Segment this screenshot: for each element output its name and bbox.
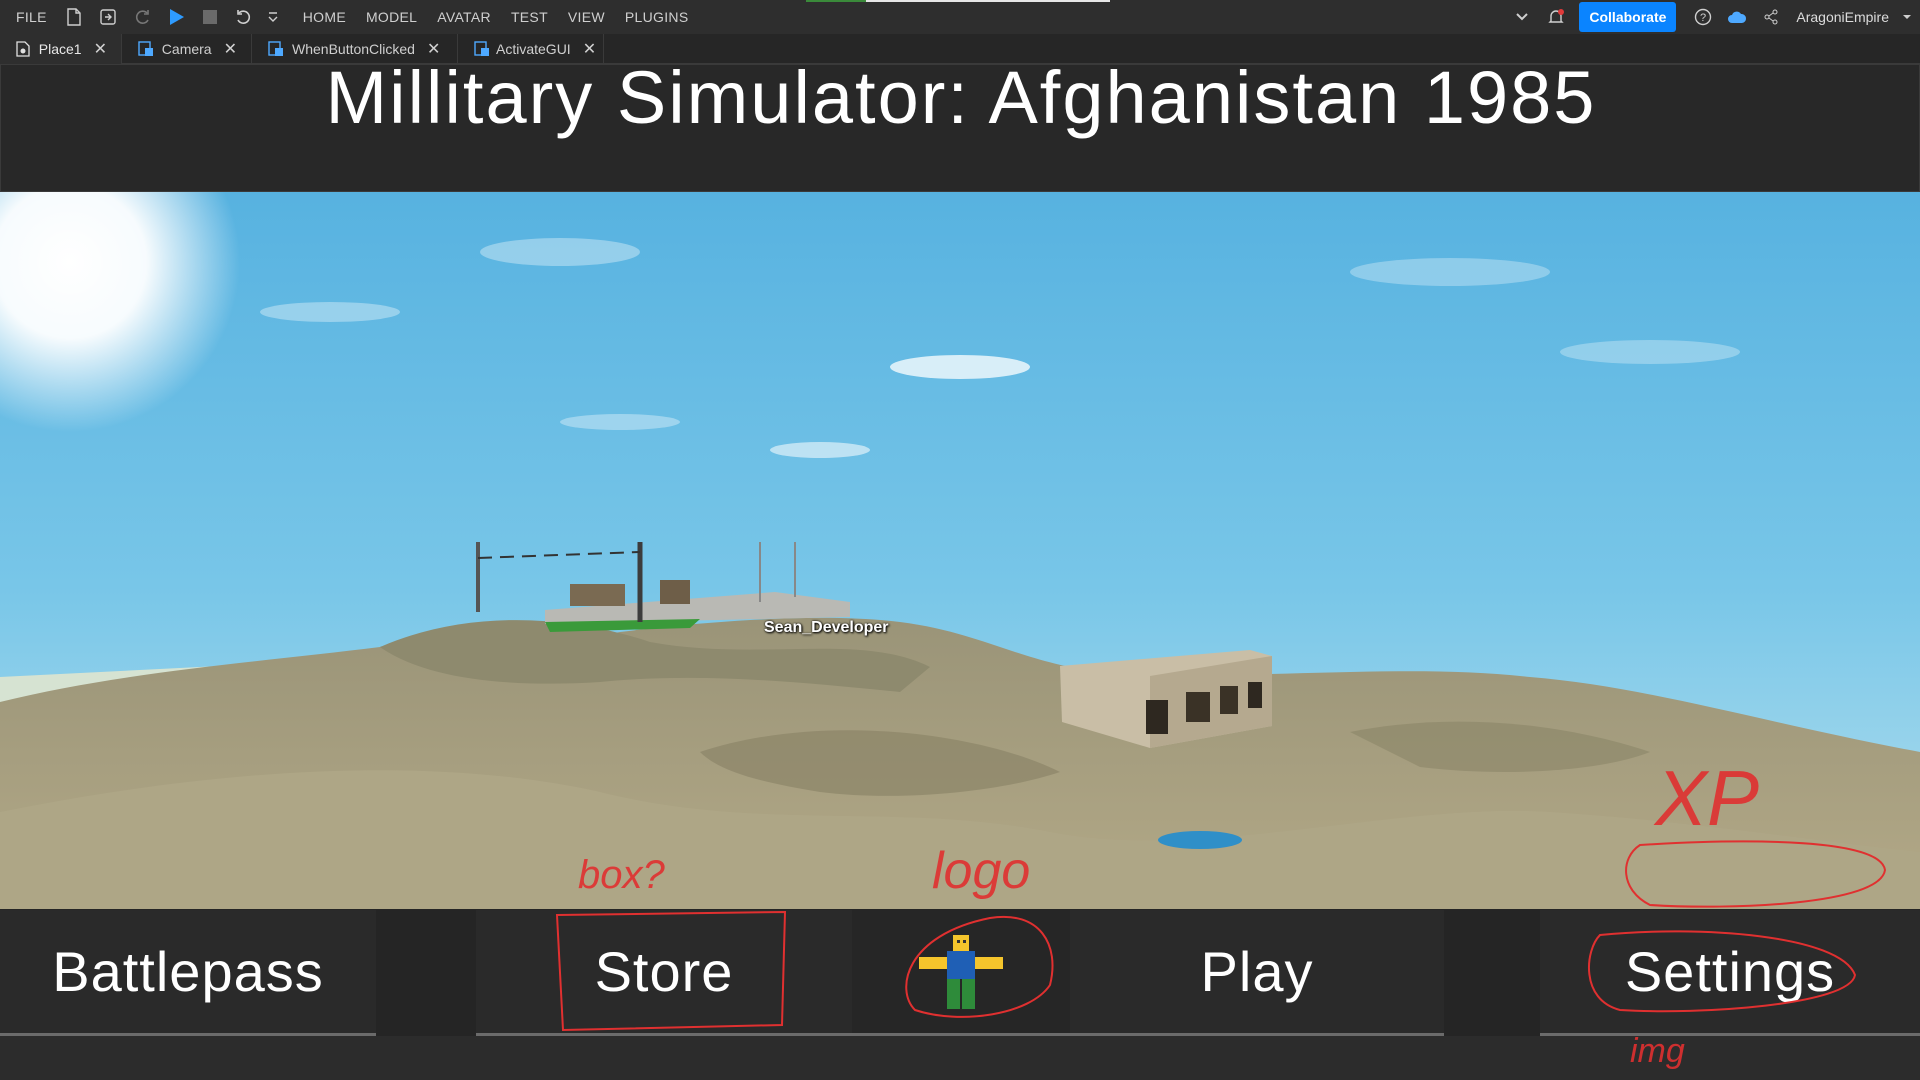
publish-icon[interactable]	[96, 5, 120, 29]
cloud-icon[interactable]	[1725, 5, 1749, 29]
place-file-icon	[16, 40, 33, 58]
roblox-character-icon	[919, 934, 1003, 1009]
tab-avatar[interactable]: AVATAR	[427, 9, 501, 25]
store-button[interactable]: Store	[476, 910, 852, 1036]
scene-graphic	[0, 192, 1920, 909]
chevron-down-icon[interactable]	[1510, 5, 1534, 29]
tab-label: Camera	[161, 41, 212, 57]
roblox-studio-window: FILE HOME MODEL AVATAR TEST VIEW PLUGINS	[0, 0, 1920, 1080]
battlepass-button[interactable]: Battlepass	[0, 910, 376, 1036]
avatar-logo-button[interactable]	[852, 910, 1070, 1036]
undo-icon[interactable]	[232, 5, 256, 29]
tab-model[interactable]: MODEL	[356, 9, 427, 25]
quick-access-dropdown-icon[interactable]	[266, 5, 280, 29]
help-icon[interactable]: ?	[1691, 5, 1715, 29]
world-scene[interactable]: Sean_Developer	[0, 192, 1920, 909]
menu-divider	[376, 910, 476, 1036]
svg-text:?: ?	[1700, 12, 1706, 24]
tab-label: ActivateGUI	[496, 41, 571, 57]
collaborate-button[interactable]: Collaborate	[1579, 2, 1677, 32]
close-icon[interactable]: ✕	[94, 39, 107, 59]
tab-camera[interactable]: Camera ✕	[122, 34, 252, 64]
main-menu-bar: Battlepass Store Play Settings	[0, 910, 1920, 1036]
tab-view[interactable]: VIEW	[558, 9, 615, 25]
new-file-icon[interactable]	[62, 5, 86, 29]
tab-label: WhenButtonClicked	[292, 41, 415, 57]
bottom-strip	[0, 1036, 1920, 1080]
tab-plugins[interactable]: PLUGINS	[615, 9, 699, 25]
game-title: Millitary Simulator: Afghanistan 1985	[325, 56, 1597, 139]
tab-test[interactable]: TEST	[501, 9, 558, 25]
file-menu[interactable]: FILE	[6, 9, 57, 25]
share-icon[interactable]	[1759, 5, 1783, 29]
menu-bar: FILE HOME MODEL AVATAR TEST VIEW PLUGINS	[0, 0, 1920, 34]
title-frame: Millitary Simulator: Afghanistan 1985	[0, 56, 1920, 192]
script-icon	[138, 40, 156, 58]
notification-bell-icon[interactable]	[1544, 5, 1568, 29]
game-viewport[interactable]: Millitary Simulator: Afghanistan 1985 Se…	[0, 56, 1920, 1080]
player-nametag: Sean_Developer	[764, 619, 889, 636]
tab-home[interactable]: HOME	[293, 9, 356, 25]
script-icon	[268, 40, 286, 58]
username-label[interactable]: AragoniEmpire	[1796, 9, 1889, 25]
account-dropdown-icon[interactable]	[1900, 5, 1914, 29]
tab-place1[interactable]: Place1 ✕	[0, 34, 122, 64]
tab-label: Place1	[38, 41, 82, 57]
stop-icon[interactable]	[198, 5, 222, 29]
settings-button[interactable]: Settings	[1540, 910, 1920, 1036]
loading-strip-progress	[806, 0, 866, 2]
play-icon[interactable]	[164, 5, 188, 29]
play-button[interactable]: Play	[1070, 910, 1444, 1036]
close-icon[interactable]: ✕	[224, 39, 237, 59]
redo-icon[interactable]	[130, 5, 154, 29]
menu-divider	[1444, 910, 1540, 1036]
